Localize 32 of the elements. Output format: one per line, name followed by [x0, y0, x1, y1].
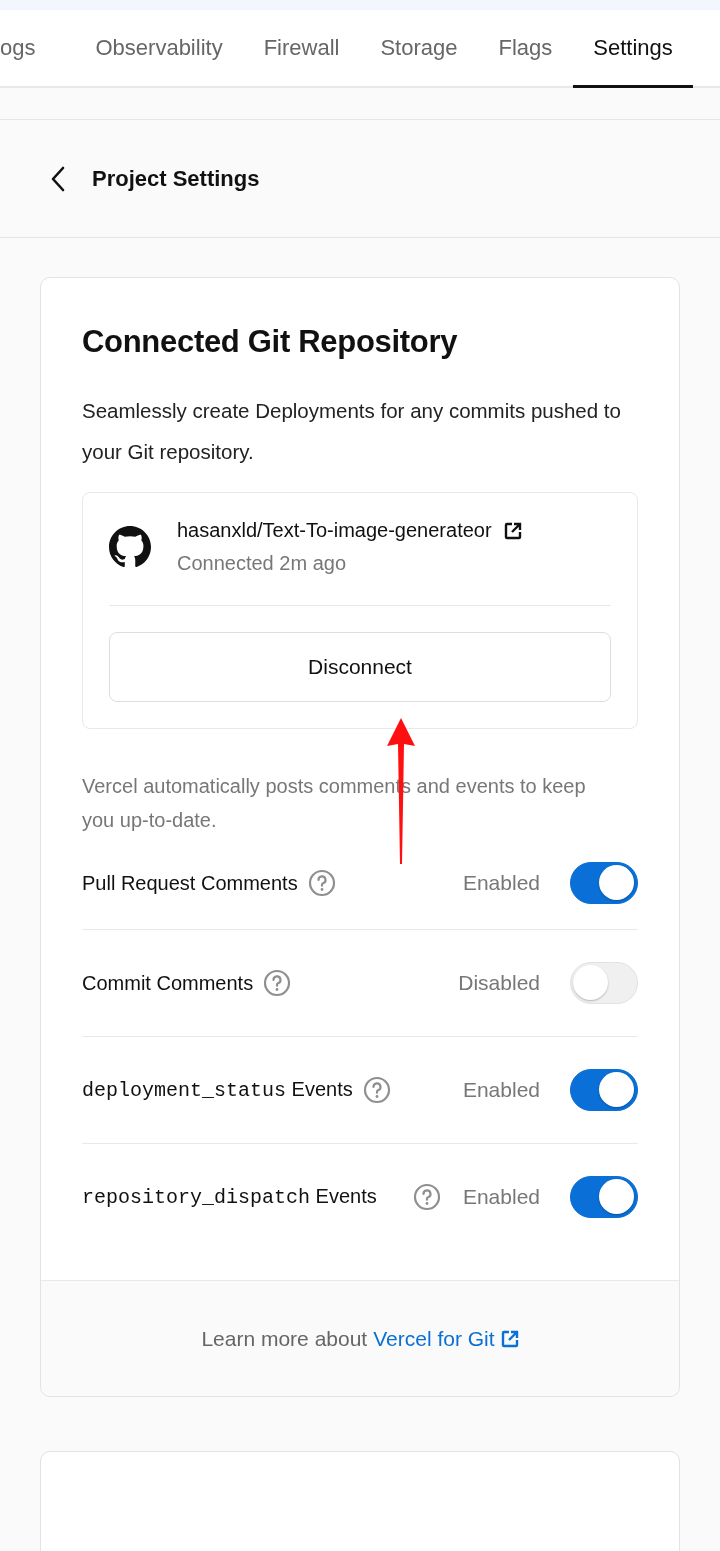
toggle-switch[interactable] [570, 1069, 638, 1111]
external-link-icon[interactable] [503, 521, 522, 540]
github-icon [109, 526, 151, 568]
setting-label: deployment_status Events [82, 1077, 353, 1104]
footer-text: Learn more about [201, 1326, 368, 1351]
help-icon[interactable] [263, 969, 292, 997]
nav-tab[interactable]: Firewall [243, 10, 360, 88]
help-icon[interactable] [362, 1076, 391, 1104]
nav-tab[interactable]: Storage [360, 10, 478, 88]
nav-tab[interactable]: Flags [478, 10, 573, 88]
card-description: Seamlessly create Deployments for any commits pushed to your Git repository. [82, 398, 622, 465]
nav-tab[interactable]: Observability [75, 10, 243, 88]
page-title: Project Settings [92, 165, 260, 192]
setting-status: Enabled [462, 1078, 540, 1102]
repository-link[interactable]: hasanxld/Text-To-image-generateor [177, 519, 492, 542]
toggle-switch[interactable] [570, 862, 638, 904]
toggle-switch[interactable] [570, 1176, 638, 1218]
nav-tab[interactable]: Settings [573, 10, 693, 88]
setting-status: Enabled [462, 871, 540, 895]
disconnect-button[interactable]: Disconnect [109, 632, 611, 702]
setting-status: Enabled [462, 1185, 540, 1209]
setting-label: repository_dispatch Events [82, 1184, 378, 1211]
help-icon[interactable] [307, 869, 336, 897]
vercel-for-git-link[interactable]: Vercel for Git [373, 1326, 495, 1351]
setting-status: Disabled [458, 971, 540, 995]
setting-label: Commit Comments [82, 970, 254, 996]
nav-tab[interactable]: ogs [0, 10, 56, 88]
card-title: Connected Git Repository [82, 324, 459, 360]
setting-label: Pull Request Comments [82, 870, 298, 896]
connection-status: Connected 2m ago [177, 552, 347, 575]
back-icon[interactable] [50, 165, 66, 192]
help-icon[interactable] [412, 1183, 441, 1211]
